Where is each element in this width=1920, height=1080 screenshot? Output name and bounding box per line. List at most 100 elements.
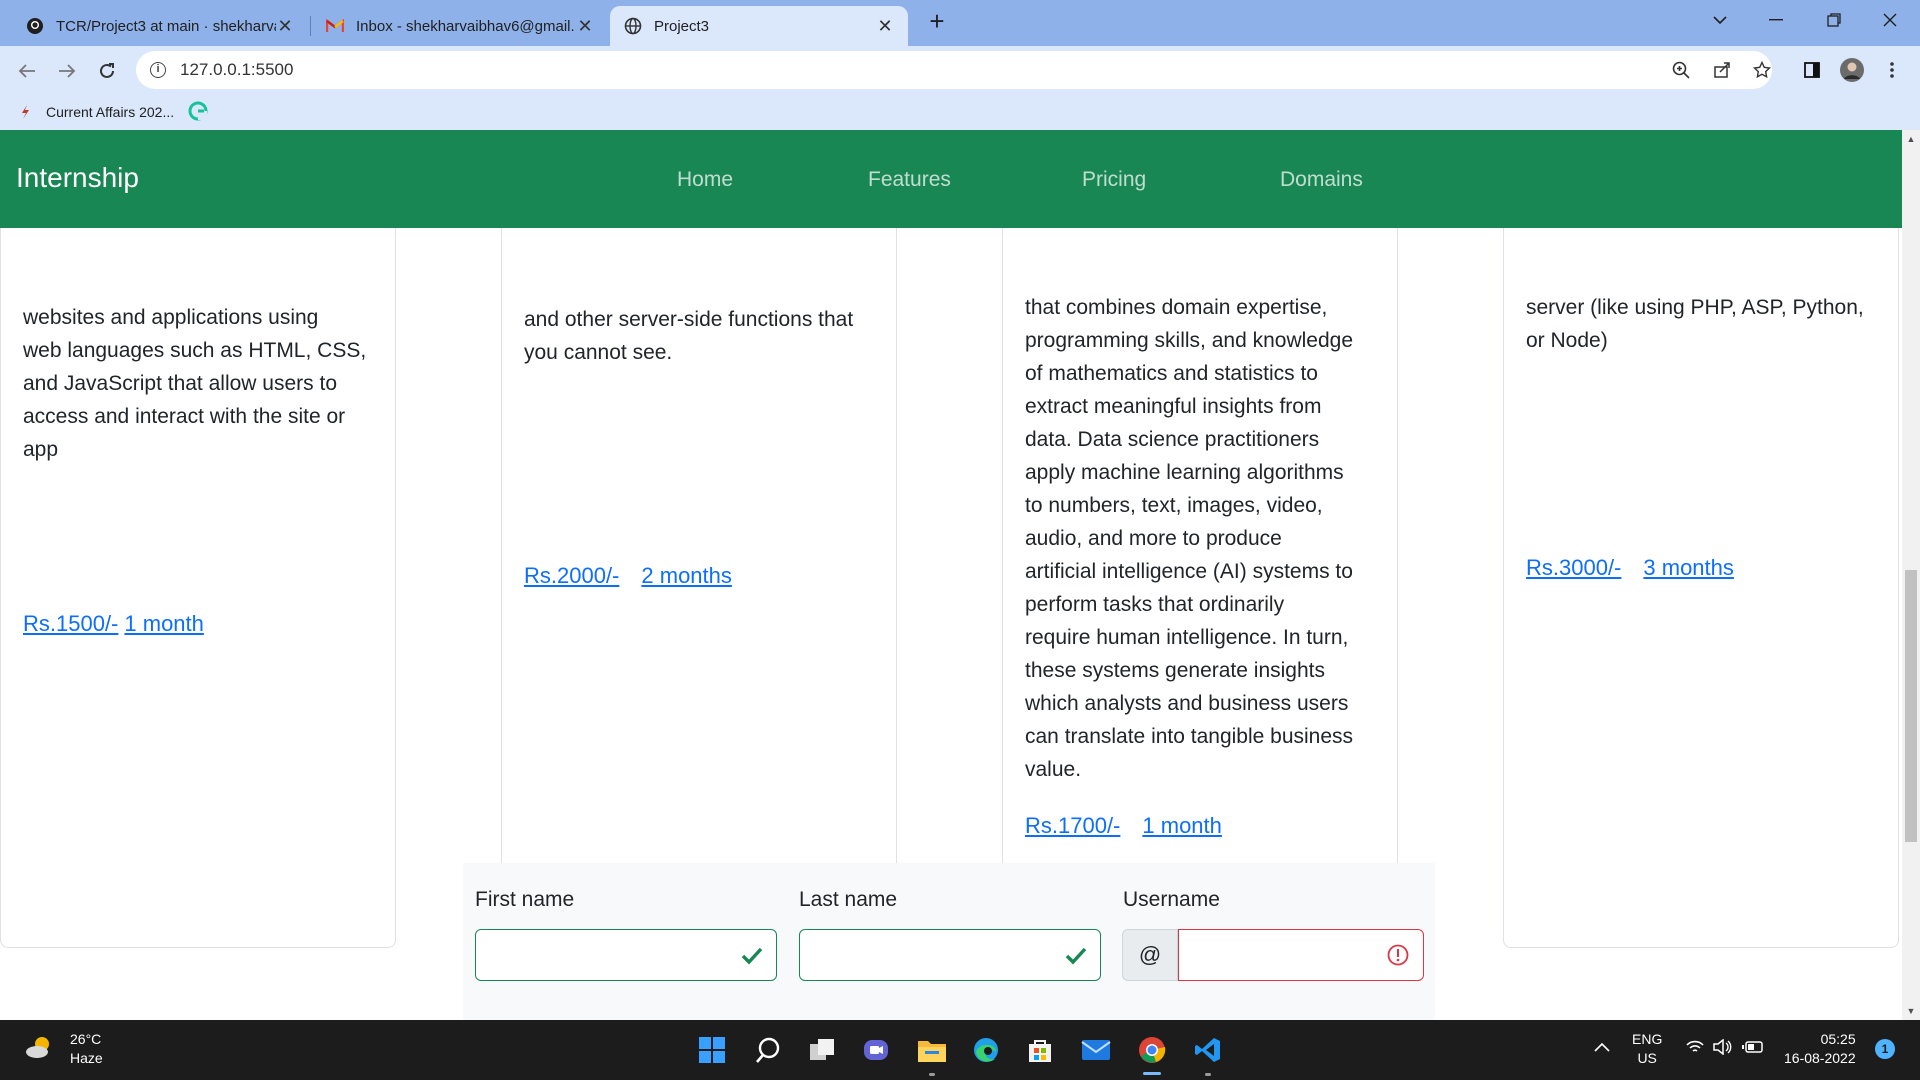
- nav-link-features[interactable]: Features: [868, 168, 951, 192]
- weather-description: Haze: [70, 1050, 103, 1066]
- close-tab-icon[interactable]: ✕: [876, 16, 894, 37]
- card-text-line: and JavaScript that allow users to: [23, 372, 337, 395]
- volume-icon[interactable]: [1712, 1038, 1732, 1060]
- minimize-button[interactable]: [1756, 0, 1796, 40]
- weather-haze-icon: [24, 1033, 56, 1066]
- card-text-line: websites and applications using: [23, 306, 319, 329]
- card-text-line: app: [23, 438, 59, 461]
- back-button[interactable]: [10, 54, 44, 88]
- navbar-brand[interactable]: Internship: [16, 162, 139, 194]
- browser-menu-icon[interactable]: [1876, 54, 1908, 86]
- tab-project3[interactable]: Project3 ✕: [610, 6, 908, 46]
- card-text-line: apply machine learning algorithms: [1025, 461, 1344, 484]
- page-viewport: websites and applications using web lang…: [0, 130, 1902, 1020]
- mail-icon[interactable]: [1080, 1034, 1112, 1066]
- username-input[interactable]: [1178, 929, 1424, 981]
- address-bar[interactable]: i 127.0.0.1:5500: [136, 51, 1772, 89]
- vscode-icon[interactable]: [1192, 1034, 1224, 1066]
- nav-link-domains[interactable]: Domains: [1280, 168, 1363, 192]
- card-links: Rs.1700/- 1 month: [1025, 813, 1244, 839]
- scroll-down-arrow-icon[interactable]: ▼: [1902, 1002, 1920, 1020]
- close-tab-icon[interactable]: ✕: [576, 16, 594, 37]
- scroll-up-arrow-icon[interactable]: ▲: [1902, 130, 1920, 148]
- bookmark-label: Current Affairs 202...: [46, 104, 175, 120]
- card-description: websites and applications using web lang…: [23, 301, 377, 466]
- bookmark-favicon: [20, 104, 30, 120]
- language-indicator[interactable]: ENG US: [1632, 1030, 1662, 1068]
- duration-link[interactable]: 2 months: [641, 563, 732, 588]
- card-text-line: value.: [1025, 758, 1082, 781]
- card-text-line: can translate into tangible business: [1025, 725, 1354, 748]
- price-link[interactable]: Rs.1500/-: [23, 611, 118, 636]
- bookmark-star-icon[interactable]: [1746, 54, 1778, 86]
- card-text-line: extract meaningful insights from: [1025, 395, 1322, 418]
- forward-button[interactable]: [50, 54, 84, 88]
- start-windows-icon[interactable]: [696, 1034, 728, 1066]
- card-text-line: perform tasks that ordinarily: [1025, 593, 1285, 616]
- duration-link[interactable]: 1 month: [1142, 813, 1222, 838]
- last-name-input[interactable]: [799, 929, 1101, 981]
- page-scrollbar[interactable]: ▲ ▼: [1902, 130, 1920, 1020]
- show-hidden-icons-icon[interactable]: [1594, 1038, 1610, 1057]
- card-description: server (like using PHP, ASP, Python, or …: [1526, 291, 1880, 357]
- url-text: 127.0.0.1:5500: [180, 60, 294, 79]
- edge-browser-icon[interactable]: [970, 1034, 1002, 1066]
- close-tab-icon[interactable]: ✕: [276, 16, 294, 37]
- tab-github[interactable]: TCR/Project3 at main · shekharva ✕: [12, 6, 308, 46]
- profile-avatar[interactable]: [1836, 54, 1868, 86]
- clock[interactable]: 05:25 16-08-2022: [1784, 1030, 1856, 1068]
- card-text-line: web languages such as HTML, CSS,: [23, 339, 367, 362]
- new-tab-button[interactable]: +: [922, 6, 952, 36]
- card-text-line: which analysts and business users: [1025, 692, 1349, 715]
- restore-button[interactable]: [1814, 0, 1854, 40]
- side-panel-icon[interactable]: [1796, 54, 1828, 86]
- microsoft-store-icon[interactable]: [1024, 1034, 1056, 1066]
- wifi-icon[interactable]: [1686, 1040, 1704, 1059]
- tab-gmail[interactable]: Inbox - shekharvaibhav6@gmail. ✕: [312, 6, 608, 46]
- card-text-line: access and interact with the site or: [23, 405, 346, 428]
- first-name-input[interactable]: [475, 929, 777, 981]
- card-links: Rs.3000/- 3 months: [1526, 555, 1756, 581]
- domain-card-data-science: that combines domain expertise, programm…: [1002, 130, 1398, 948]
- search-icon[interactable]: [752, 1034, 784, 1066]
- running-indicator: [929, 1073, 935, 1076]
- zoom-icon[interactable]: [1665, 54, 1697, 86]
- weather-temperature: 26°C: [70, 1031, 102, 1047]
- card-description: that combines domain expertise, programm…: [1025, 291, 1379, 786]
- domain-card-server-side: server (like using PHP, ASP, Python, or …: [1503, 130, 1899, 948]
- tab-title: Project3: [654, 17, 710, 35]
- site-info-icon[interactable]: i: [150, 62, 166, 78]
- card-text-line: and other server-side functions that: [524, 308, 854, 331]
- tab-search-icon[interactable]: [1700, 0, 1740, 40]
- nav-link-home[interactable]: Home: [677, 168, 733, 192]
- close-window-button[interactable]: [1870, 0, 1910, 40]
- teams-chat-icon[interactable]: [860, 1034, 892, 1066]
- share-icon[interactable]: [1706, 54, 1738, 86]
- reload-button[interactable]: [90, 54, 124, 88]
- chrome-browser-icon[interactable]: [1136, 1034, 1168, 1066]
- duration-link[interactable]: 1 month: [124, 611, 204, 636]
- bookmarks-bar: Current Affairs 202...: [0, 94, 1920, 130]
- price-link[interactable]: Rs.3000/-: [1526, 555, 1621, 580]
- scroll-thumb[interactable]: [1905, 570, 1917, 842]
- nav-link-pricing[interactable]: Pricing: [1082, 168, 1146, 192]
- card-text-line: require human intelligence. In turn,: [1025, 626, 1349, 649]
- task-view-icon[interactable]: [806, 1034, 838, 1066]
- notification-badge[interactable]: 1: [1875, 1039, 1895, 1059]
- card-text-line: to numbers, text, images, video,: [1025, 494, 1323, 517]
- bookmark-grammarly[interactable]: [188, 101, 208, 124]
- gmail-icon: [326, 17, 344, 35]
- duration-link[interactable]: 3 months: [1643, 555, 1734, 580]
- card-text-line: server (like using PHP, ASP, Python,: [1526, 296, 1864, 319]
- bookmark-current-affairs[interactable]: Current Affairs 202...: [20, 104, 174, 120]
- battery-icon[interactable]: [1742, 1040, 1764, 1059]
- card-description: and other server-side functions that you…: [524, 303, 878, 369]
- site-navbar: Internship Home Features Pricing Domains: [0, 130, 1902, 228]
- weather-widget[interactable]: 26°C Haze: [24, 1030, 103, 1068]
- notification-count: 1: [1875, 1039, 1895, 1059]
- price-link[interactable]: Rs.2000/-: [524, 563, 619, 588]
- price-link[interactable]: Rs.1700/-: [1025, 813, 1120, 838]
- username-label: Username: [1123, 888, 1220, 911]
- file-explorer-icon[interactable]: [916, 1034, 948, 1066]
- valid-check-icon: [740, 944, 764, 968]
